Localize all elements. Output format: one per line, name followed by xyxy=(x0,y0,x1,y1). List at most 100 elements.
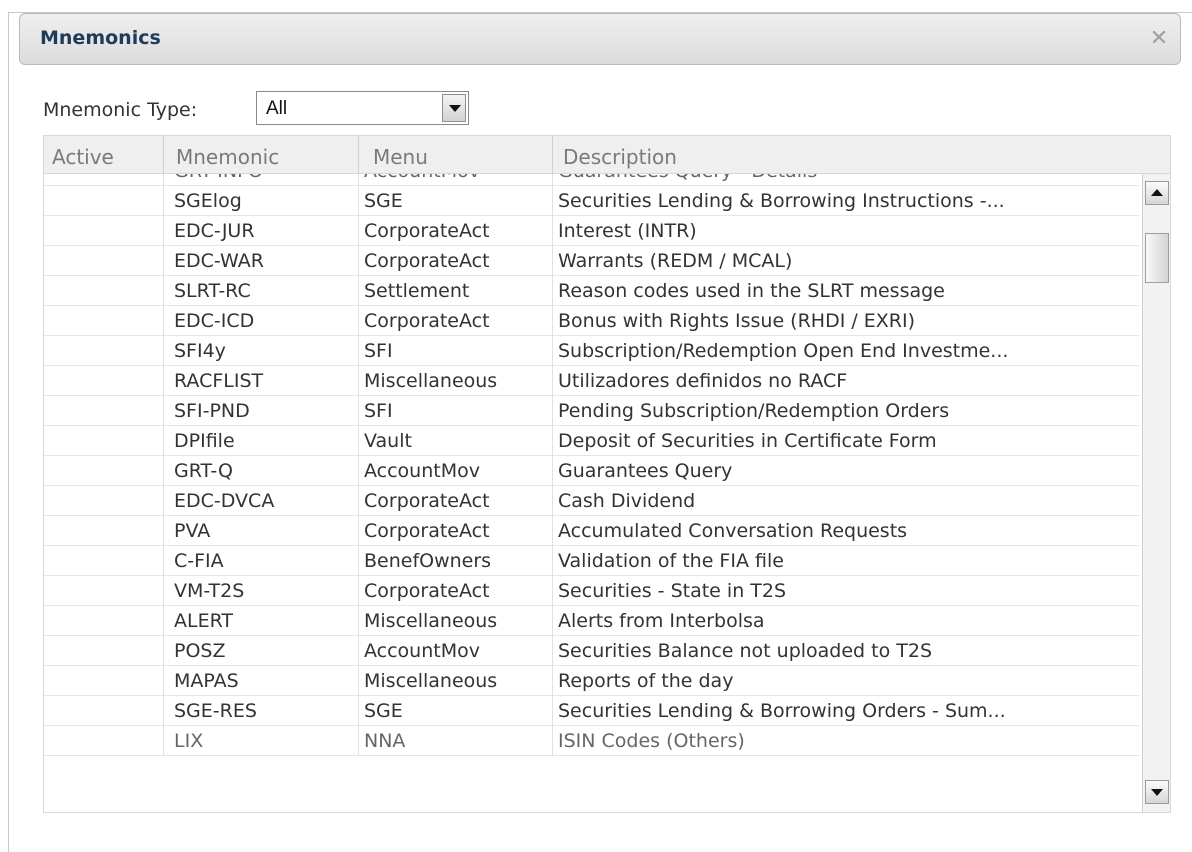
menu-cell: SFI xyxy=(358,336,552,366)
menu-cell: CorporateAct xyxy=(358,246,552,276)
table-row[interactable]: ALERT Miscellaneous Alerts from Interbol… xyxy=(44,606,1139,636)
column-header-active[interactable]: Active xyxy=(52,136,158,174)
active-cell xyxy=(44,276,163,306)
active-cell xyxy=(44,306,163,336)
close-icon[interactable]: ✕ xyxy=(1148,28,1170,50)
description-cell: Securities Lending & Borrowing Instructi… xyxy=(552,186,1139,216)
mnemonic-cell: POSZ xyxy=(163,636,358,666)
active-cell xyxy=(44,246,163,276)
chevron-down-icon[interactable] xyxy=(442,94,466,122)
vertical-scrollbar[interactable] xyxy=(1142,174,1170,812)
table-row[interactable]: SFI4y SFI Subscription/Redemption Open E… xyxy=(44,336,1139,366)
mnemonic-cell: C-FIA xyxy=(163,546,358,576)
column-header-mnemonic[interactable]: Mnemonic xyxy=(163,136,358,174)
description-cell: Subscription/Redemption Open End Investm… xyxy=(552,336,1139,366)
active-cell xyxy=(44,426,163,456)
active-cell xyxy=(44,216,163,246)
menu-cell: SGE xyxy=(358,696,552,726)
menu-cell: SGE xyxy=(358,186,552,216)
active-cell xyxy=(44,366,163,396)
active-cell xyxy=(44,174,163,186)
table-row[interactable]: VM-T2S CorporateAct Securities - State i… xyxy=(44,576,1139,606)
description-cell: Guarantees Query xyxy=(552,456,1139,486)
active-cell xyxy=(44,636,163,666)
dialog-titlebar: Mnemonics ✕ xyxy=(19,13,1181,65)
mnemonic-cell: RACFLIST xyxy=(163,366,358,396)
description-cell: Alerts from Interbolsa xyxy=(552,606,1139,636)
mnemonic-cell: EDC-ICD xyxy=(163,306,358,336)
column-header-description[interactable]: Description xyxy=(552,136,1142,174)
table-row[interactable]: EDC-ICD CorporateAct Bonus with Rights I… xyxy=(44,306,1139,336)
menu-cell: Miscellaneous xyxy=(358,606,552,636)
table-row[interactable]: SFI-PND SFI Pending Subscription/Redempt… xyxy=(44,396,1139,426)
column-header-menu[interactable]: Menu xyxy=(358,136,552,174)
dialog-title: Mnemonics xyxy=(40,27,161,49)
table-row[interactable]: SGElog SGE Securities Lending & Borrowin… xyxy=(44,186,1139,216)
table-body: GRT-INFO AccountMov Guarantees Query - D… xyxy=(44,174,1139,812)
menu-cell: SFI xyxy=(358,396,552,426)
table-row[interactable]: EDC-JUR CorporateAct Interest (INTR) xyxy=(44,216,1139,246)
table-row[interactable]: SGE-RES SGE Securities Lending & Borrowi… xyxy=(44,696,1139,726)
table-row[interactable]: LIX NNA ISIN Codes (Others) xyxy=(44,726,1139,756)
menu-cell: CorporateAct xyxy=(358,486,552,516)
menu-cell: AccountMov xyxy=(358,636,552,666)
mnemonic-cell: SGElog xyxy=(163,186,358,216)
active-cell xyxy=(44,486,163,516)
mnemonic-type-value: All xyxy=(266,98,288,119)
table-row[interactable]: EDC-DVCA CorporateAct Cash Dividend xyxy=(44,486,1139,516)
menu-cell: BenefOwners xyxy=(358,546,552,576)
menu-cell: CorporateAct xyxy=(358,216,552,246)
description-cell: Accumulated Conversation Requests xyxy=(552,516,1139,546)
table-row[interactable]: RACFLIST Miscellaneous Utilizadores defi… xyxy=(44,366,1139,396)
active-cell xyxy=(44,516,163,546)
table-row[interactable]: POSZ AccountMov Securities Balance not u… xyxy=(44,636,1139,666)
menu-cell: AccountMov xyxy=(358,174,552,186)
mnemonic-cell: VM-T2S xyxy=(163,576,358,606)
mnemonic-type-select[interactable]: All xyxy=(256,91,469,125)
description-cell: Warrants (REDM / MCAL) xyxy=(552,246,1139,276)
mnemonic-type-label: Mnemonic Type: xyxy=(43,99,198,121)
table-row[interactable]: SLRT-RC Settlement Reason codes used in … xyxy=(44,276,1139,306)
description-cell: Deposit of Securities in Certificate For… xyxy=(552,426,1139,456)
active-cell xyxy=(44,546,163,576)
table-row[interactable]: DPIfile Vault Deposit of Securities in C… xyxy=(44,426,1139,456)
description-cell: Guarantees Query - Details xyxy=(552,174,1139,186)
table-row[interactable]: EDC-WAR CorporateAct Warrants (REDM / MC… xyxy=(44,246,1139,276)
mnemonic-cell: SFI4y xyxy=(163,336,358,366)
scroll-thumb[interactable] xyxy=(1145,233,1169,283)
active-cell xyxy=(44,186,163,216)
mnemonic-cell: SGE-RES xyxy=(163,696,358,726)
table-row[interactable]: C-FIA BenefOwners Validation of the FIA … xyxy=(44,546,1139,576)
mnemonics-dialog: Mnemonics ✕ Mnemonic Type: All Active Mn… xyxy=(8,12,1192,852)
menu-cell: CorporateAct xyxy=(358,576,552,606)
menu-cell: NNA xyxy=(358,726,552,756)
description-cell: Securities - State in T2S xyxy=(552,576,1139,606)
menu-cell: CorporateAct xyxy=(358,306,552,336)
mnemonic-cell: EDC-DVCA xyxy=(163,486,358,516)
description-cell: Securities Lending & Borrowing Orders - … xyxy=(552,696,1139,726)
active-cell xyxy=(44,696,163,726)
menu-cell: Miscellaneous xyxy=(358,366,552,396)
description-cell: Utilizadores definidos no RACF xyxy=(552,366,1139,396)
description-cell: Reason codes used in the SLRT message xyxy=(552,276,1139,306)
mnemonic-cell: GRT-INFO xyxy=(163,174,358,186)
description-cell: Validation of the FIA file xyxy=(552,546,1139,576)
scroll-down-icon[interactable] xyxy=(1145,780,1169,804)
mnemonic-cell: LIX xyxy=(163,726,358,756)
scroll-up-icon[interactable] xyxy=(1145,181,1169,205)
mnemonic-cell: ALERT xyxy=(163,606,358,636)
description-cell: Bonus with Rights Issue (RHDI / EXRI) xyxy=(552,306,1139,336)
menu-cell: AccountMov xyxy=(358,456,552,486)
mnemonic-cell: EDC-WAR xyxy=(163,246,358,276)
menu-cell: Vault xyxy=(358,426,552,456)
menu-cell: CorporateAct xyxy=(358,516,552,546)
table-row[interactable]: PVA CorporateAct Accumulated Conversatio… xyxy=(44,516,1139,546)
table-row[interactable]: MAPAS Miscellaneous Reports of the day xyxy=(44,666,1139,696)
table-row[interactable]: GRT-Q AccountMov Guarantees Query xyxy=(44,456,1139,486)
description-cell: Cash Dividend xyxy=(552,486,1139,516)
active-cell xyxy=(44,606,163,636)
table-row[interactable]: GRT-INFO AccountMov Guarantees Query - D… xyxy=(44,174,1139,186)
active-cell xyxy=(44,456,163,486)
menu-cell: Settlement xyxy=(358,276,552,306)
table-header: Active Mnemonic Menu Description xyxy=(44,136,1170,174)
